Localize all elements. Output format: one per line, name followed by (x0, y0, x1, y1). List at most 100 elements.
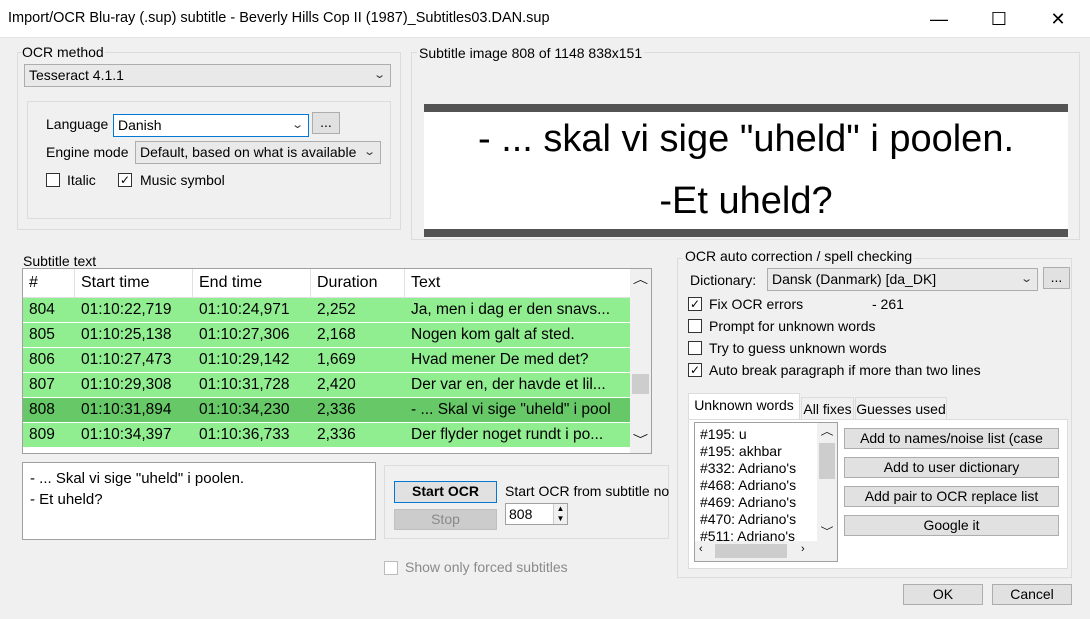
cell-end-time: 01:10:29,142 (199, 351, 290, 368)
chevron-down-icon[interactable]: ﹀ (633, 431, 648, 447)
cell-duration: 2,336 (317, 426, 356, 443)
list-hscroll[interactable]: ‹ › (695, 541, 837, 561)
table-row-selected[interactable]: 808 01:10:31,894 01:10:34,230 2,336 - ..… (23, 398, 630, 423)
cell-text: Nogen kom galt af sted. (411, 326, 575, 343)
spinner-icon[interactable]: ▲ ▼ (553, 504, 567, 524)
list-vscroll[interactable]: ︿ ﹀ (817, 423, 837, 541)
cell-number: 809 (29, 426, 55, 443)
title-bar: Import/OCR Blu-ray (.sup) subtitle - Bev… (0, 0, 1090, 38)
cell-number: 807 (29, 376, 55, 393)
start-from-input[interactable]: 808 ▲ ▼ (505, 503, 568, 525)
dictionary-value: Dansk (Danmark) [da_DK] (772, 271, 937, 287)
cell-text: Der flyder noget rundt i po... (411, 426, 604, 443)
tab-guesses-used[interactable]: Guesses used (855, 397, 947, 421)
guess-unknown-checkbox[interactable] (688, 341, 702, 355)
add-to-names-button[interactable]: Add to names/noise list (case (844, 428, 1059, 449)
cell-duration: 1,669 (317, 351, 356, 368)
chevron-down-icon[interactable]: ﹀ (821, 523, 834, 538)
fix-ocr-errors-checkbox[interactable]: ✓ (688, 297, 702, 311)
start-from-label: Start OCR from subtitle no: (505, 483, 669, 499)
forced-subtitles-label: Show only forced subtitles (405, 559, 568, 575)
dictionary-browse-button[interactable]: ... (1043, 267, 1070, 289)
scrollbar-thumb[interactable] (715, 544, 787, 558)
cell-number: 804 (29, 301, 55, 318)
chevron-left-icon[interactable]: ‹ (699, 543, 703, 555)
cell-end-time: 01:10:24,971 (199, 301, 290, 318)
auto-break-checkbox[interactable]: ✓ (688, 363, 702, 377)
language-browse-button[interactable]: ... (312, 112, 340, 134)
cell-duration: 2,420 (317, 376, 356, 393)
guess-unknown-label: Try to guess unknown words (709, 340, 887, 356)
scrollbar-thumb[interactable] (819, 443, 835, 479)
column-header-start-time[interactable]: Start time (75, 269, 193, 298)
cell-duration: 2,252 (317, 301, 356, 318)
language-label: Language (46, 116, 109, 132)
cancel-button[interactable]: Cancel (992, 584, 1072, 605)
language-select[interactable]: Danish ⌄ (113, 114, 309, 137)
close-button[interactable]: ✕ (1035, 0, 1081, 38)
unknown-words-list[interactable]: #195: u #195: akhbar #332: Adriano's #46… (694, 422, 838, 562)
table-row[interactable]: 805 01:10:25,138 01:10:27,306 2,168 Noge… (23, 323, 630, 348)
prompt-unknown-checkbox[interactable] (688, 319, 702, 333)
cell-end-time: 01:10:34,230 (199, 401, 290, 418)
forced-subtitles-checkbox[interactable] (384, 561, 398, 575)
scrollbar-thumb[interactable] (632, 374, 649, 394)
spellcheck-label: OCR auto correction / spell checking (683, 248, 915, 264)
engine-mode-value: Default, based on what is available (140, 144, 357, 160)
minimize-button[interactable]: — (916, 0, 962, 38)
ocr-method-label: OCR method (21, 44, 105, 60)
list-item[interactable]: #468: Adriano's (700, 477, 796, 493)
table-row[interactable]: 806 01:10:27,473 01:10:29,142 1,669 Hvad… (23, 348, 630, 373)
cell-text: - ... Skal vi sige "uheld" i pool (411, 401, 611, 418)
preview-bottom-bar (424, 229, 1068, 237)
add-pair-ocr-replace-button[interactable]: Add pair to OCR replace list (844, 486, 1059, 507)
music-symbol-label: Music symbol (140, 172, 225, 188)
cell-start-time: 01:10:27,473 (81, 351, 172, 368)
list-item[interactable]: #470: Adriano's (700, 511, 796, 527)
cell-text: Der var en, der havde et lil... (411, 376, 606, 393)
subtitle-grid[interactable]: # Start time End time Duration Text 804 … (22, 268, 652, 454)
music-symbol-checkbox[interactable]: ✓ (118, 173, 132, 187)
chevron-down-icon: ⌄ (290, 119, 304, 131)
tab-unknown-words[interactable]: Unknown words (688, 393, 800, 420)
ocr-engine-select[interactable]: Tesseract 4.1.1 ⌄ (24, 64, 391, 87)
engine-mode-select[interactable]: Default, based on what is available ⌄ (135, 141, 381, 164)
list-item[interactable]: #195: u (700, 426, 747, 442)
start-ocr-button[interactable]: Start OCR (394, 481, 497, 503)
maximize-button[interactable]: ☐ (976, 0, 1022, 38)
column-header-duration[interactable]: Duration (311, 269, 405, 298)
italic-checkbox[interactable] (46, 173, 60, 187)
current-subtitle-textbox[interactable]: - ... Skal vi sige "uheld" i poolen. - E… (22, 462, 376, 540)
cell-start-time: 01:10:22,719 (81, 301, 172, 318)
subtitle-image-preview: - ... skal vi sige "uheld" i poolen. -Et… (424, 104, 1068, 237)
table-row[interactable]: 809 01:10:34,397 01:10:36,733 2,336 Der … (23, 423, 630, 448)
table-row[interactable]: 807 01:10:29,308 01:10:31,728 2,420 Der … (23, 373, 630, 398)
google-it-button[interactable]: Google it (844, 515, 1059, 536)
chevron-up-icon[interactable]: ︿ (633, 271, 648, 287)
cell-number: 806 (29, 351, 55, 368)
column-header-text[interactable]: Text (405, 269, 631, 298)
preview-top-bar (424, 104, 1068, 112)
ok-button[interactable]: OK (903, 584, 983, 605)
language-value: Danish (118, 117, 162, 133)
list-item[interactable]: #469: Adriano's (700, 494, 796, 510)
grid-scrollbar[interactable]: ︿ ﹀ (630, 269, 651, 453)
tab-all-fixes[interactable]: All fixes (801, 397, 854, 421)
column-header-number[interactable]: # (23, 269, 75, 298)
chevron-down-icon: ⌄ (362, 146, 376, 158)
list-item[interactable]: #195: akhbar (700, 443, 782, 459)
column-header-end-time[interactable]: End time (193, 269, 311, 298)
stop-button[interactable]: Stop (394, 509, 497, 530)
chevron-right-icon[interactable]: › (801, 543, 805, 555)
table-row[interactable]: 804 01:10:22,719 01:10:24,971 2,252 Ja, … (23, 298, 630, 323)
chevron-up-icon[interactable]: ︿ (821, 423, 834, 438)
add-to-user-dictionary-button[interactable]: Add to user dictionary (844, 457, 1059, 478)
chevron-down-icon: ⌄ (1019, 273, 1033, 285)
cell-number: 805 (29, 326, 55, 343)
list-item[interactable]: #332: Adriano's (700, 460, 796, 476)
cell-number: 808 (29, 401, 55, 418)
cell-end-time: 01:10:36,733 (199, 426, 290, 443)
engine-mode-label: Engine mode (46, 144, 129, 160)
cell-start-time: 01:10:34,397 (81, 426, 172, 443)
dictionary-select[interactable]: Dansk (Danmark) [da_DK] ⌄ (767, 268, 1038, 291)
